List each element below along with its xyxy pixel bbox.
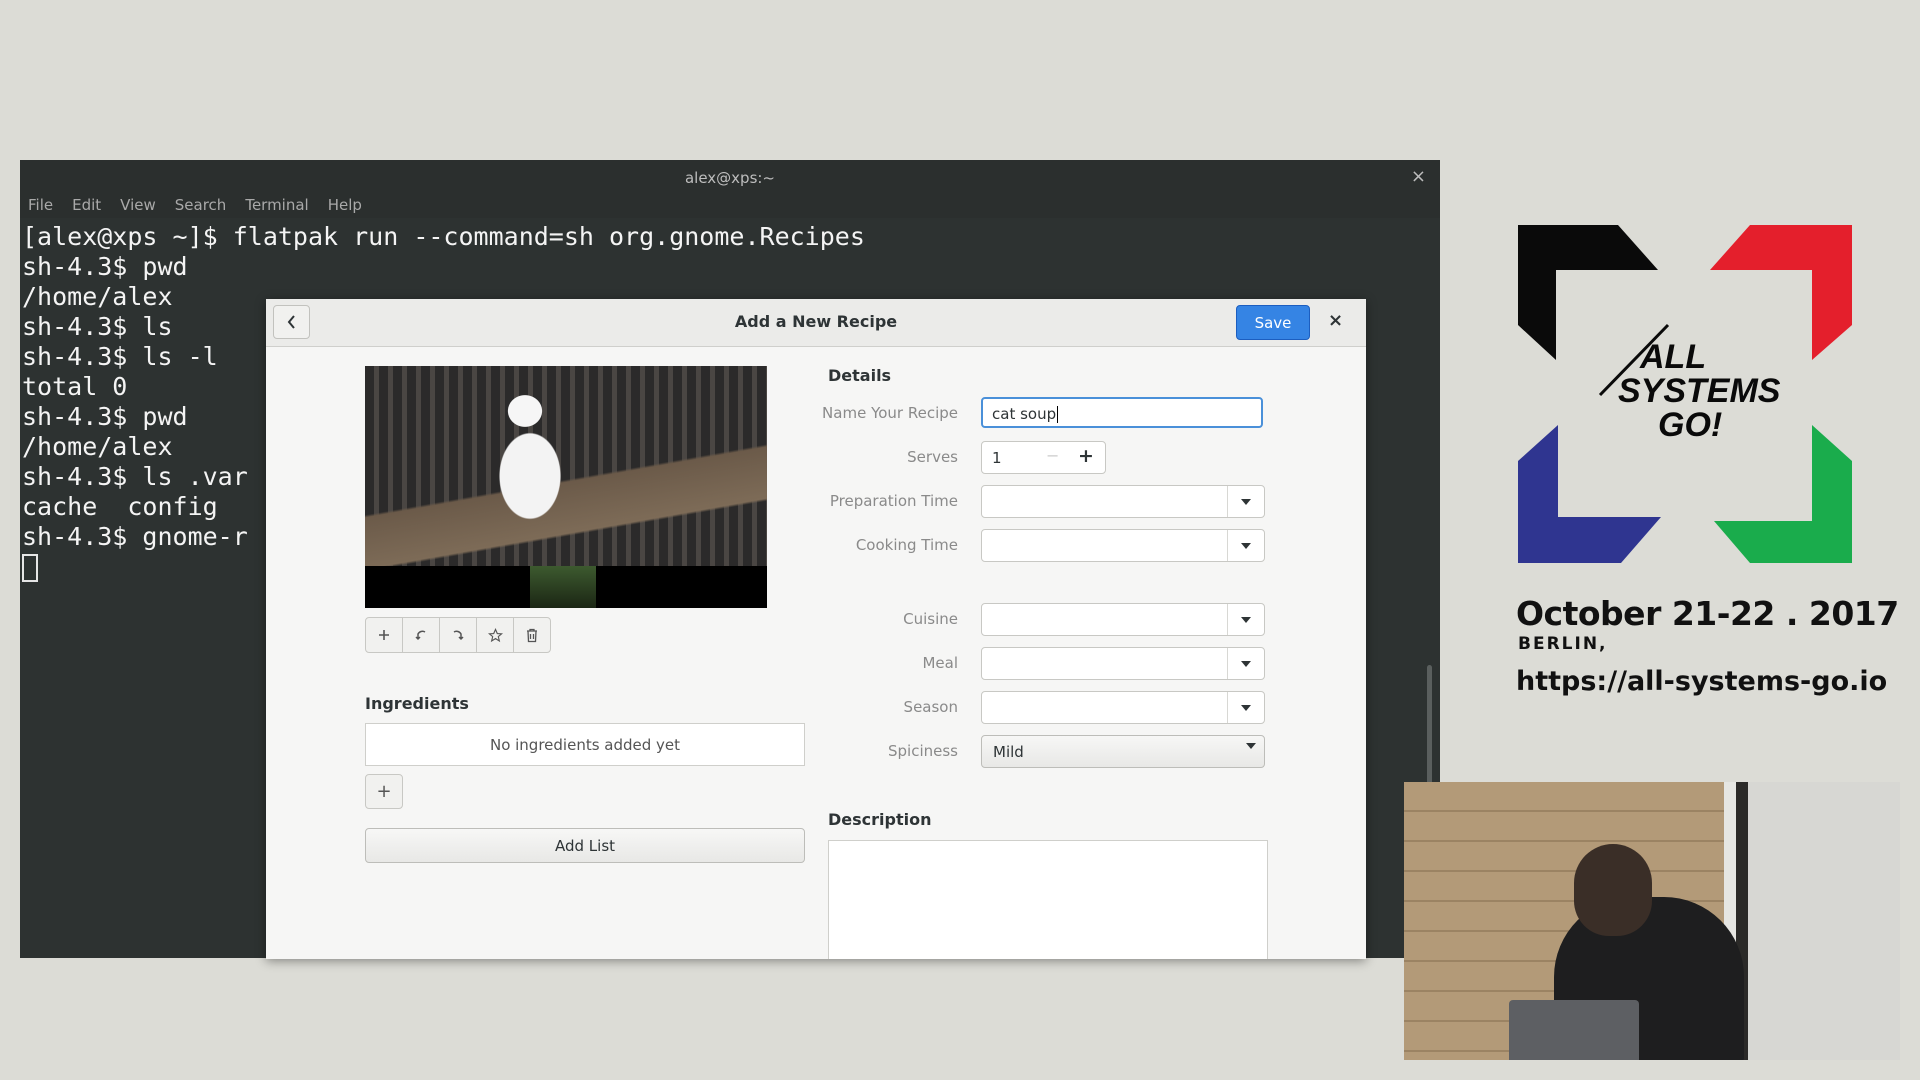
chevron-down-icon xyxy=(1241,498,1251,505)
chevron-down-icon xyxy=(1241,660,1251,667)
chevron-down-icon xyxy=(1241,704,1251,711)
dropdown-button[interactable] xyxy=(1227,648,1264,679)
terminal-line: sh-4.3$ pwd xyxy=(22,252,188,281)
prep-time-label: Preparation Time xyxy=(829,492,958,510)
increment-icon[interactable]: + xyxy=(1078,445,1094,467)
ingredients-empty-text: No ingredients added yet xyxy=(489,735,681,754)
menu-file[interactable]: File xyxy=(28,194,53,218)
cooking-time-combo[interactable] xyxy=(981,529,1265,562)
serves-label: Serves xyxy=(907,448,958,466)
dropdown-button[interactable] xyxy=(1227,486,1264,517)
laptop xyxy=(1509,1000,1639,1060)
description-textarea[interactable] xyxy=(828,840,1268,959)
terminal-cursor xyxy=(22,554,38,582)
recipe-name-input[interactable]: cat soup xyxy=(981,397,1263,428)
photo-thumbnail-strip xyxy=(530,566,596,608)
rotate-left-button[interactable] xyxy=(402,617,440,653)
add-ingredient-button[interactable]: + xyxy=(365,774,403,809)
prep-time-combo[interactable] xyxy=(981,485,1265,518)
add-recipe-dialog: Add a New Recipe Save × Ingredients No i… xyxy=(266,299,1366,959)
serves-value: 1 xyxy=(992,449,1002,467)
speaker-head xyxy=(1574,844,1652,936)
logo-red-corner xyxy=(1710,225,1852,360)
spiciness-combo[interactable]: Mild xyxy=(981,735,1265,768)
ingredients-title: Ingredients xyxy=(365,694,469,713)
speaker-video xyxy=(1404,782,1900,1060)
rotate-right-button[interactable] xyxy=(439,617,477,653)
chevron-down-icon xyxy=(1241,542,1251,549)
menu-help[interactable]: Help xyxy=(328,194,362,218)
dropdown-button[interactable] xyxy=(1227,530,1264,561)
menu-view[interactable]: View xyxy=(120,194,156,218)
chevron-down-icon xyxy=(1241,616,1251,623)
event-date: October 21-22 . 2017 xyxy=(1516,594,1899,633)
spiciness-label: Spiciness xyxy=(888,742,958,760)
dropdown-button[interactable] xyxy=(1227,692,1264,723)
terminal-close-icon[interactable]: × xyxy=(1411,166,1426,187)
chevron-down-icon xyxy=(1246,743,1256,749)
meal-label: Meal xyxy=(922,654,958,672)
decrement-icon[interactable]: − xyxy=(1046,446,1059,465)
terminal-menubar: File Edit View Search Terminal Help xyxy=(20,194,1440,218)
season-combo[interactable] xyxy=(981,691,1265,724)
ingredients-list: No ingredients added yet xyxy=(365,723,805,766)
dropdown-button[interactable] xyxy=(1227,604,1264,635)
save-button[interactable]: Save xyxy=(1236,305,1310,340)
video-background-window xyxy=(1724,782,1900,1060)
description-title: Description xyxy=(828,810,932,829)
delete-image-button[interactable] xyxy=(513,617,551,653)
favorite-image-button[interactable] xyxy=(476,617,514,653)
add-list-button[interactable]: Add List xyxy=(365,828,805,863)
recipe-photo[interactable] xyxy=(365,366,767,608)
logo-green-corner xyxy=(1714,425,1852,563)
logo-black-corner xyxy=(1518,225,1658,360)
cat-photo-image xyxy=(365,366,767,566)
serves-stepper[interactable]: 1 − + xyxy=(981,441,1106,474)
trash-icon xyxy=(527,628,537,642)
event-city: BERLIN, xyxy=(1518,634,1608,654)
event-url: https://all-systems-go.io xyxy=(1516,666,1888,697)
logo-blue-corner xyxy=(1518,425,1661,563)
logo-text-systems: SYSTEMS xyxy=(1618,372,1781,410)
menu-terminal[interactable]: Terminal xyxy=(245,194,308,218)
logo-text-go: GO! xyxy=(1658,406,1722,444)
spiciness-value: Mild xyxy=(993,743,1024,761)
text-caret xyxy=(1057,406,1059,423)
star-icon xyxy=(487,627,503,642)
meal-combo[interactable] xyxy=(981,647,1265,680)
add-icon xyxy=(379,630,389,640)
name-label: Name Your Recipe xyxy=(822,404,958,422)
terminal-titlebar: alex@xps:~ × xyxy=(20,160,1440,194)
image-toolbar xyxy=(365,617,551,653)
close-icon[interactable]: × xyxy=(1328,310,1343,331)
season-label: Season xyxy=(903,698,958,716)
rotate-left-icon xyxy=(415,630,426,641)
cuisine-combo[interactable] xyxy=(981,603,1265,636)
menu-edit[interactable]: Edit xyxy=(72,194,101,218)
logo-text-all: ALL xyxy=(1639,338,1706,376)
rotate-right-icon xyxy=(453,630,464,641)
cooking-time-label: Cooking Time xyxy=(855,536,958,554)
dialog-title: Add a New Recipe xyxy=(734,312,898,331)
dialog-header: Add a New Recipe Save × xyxy=(266,299,1366,347)
add-icon: + xyxy=(376,781,392,802)
terminal-title: alex@xps:~ xyxy=(684,169,776,187)
add-image-button[interactable] xyxy=(365,617,403,653)
terminal-line: [alex@xps ~]$ flatpak run --command=sh o… xyxy=(22,222,865,251)
all-systems-go-logo: ALL SYSTEMS GO! xyxy=(1518,225,1852,563)
recipe-name-value: cat soup xyxy=(992,405,1057,423)
menu-search[interactable]: Search xyxy=(175,194,227,218)
cuisine-label: Cuisine xyxy=(903,610,958,628)
details-title: Details xyxy=(828,366,892,385)
